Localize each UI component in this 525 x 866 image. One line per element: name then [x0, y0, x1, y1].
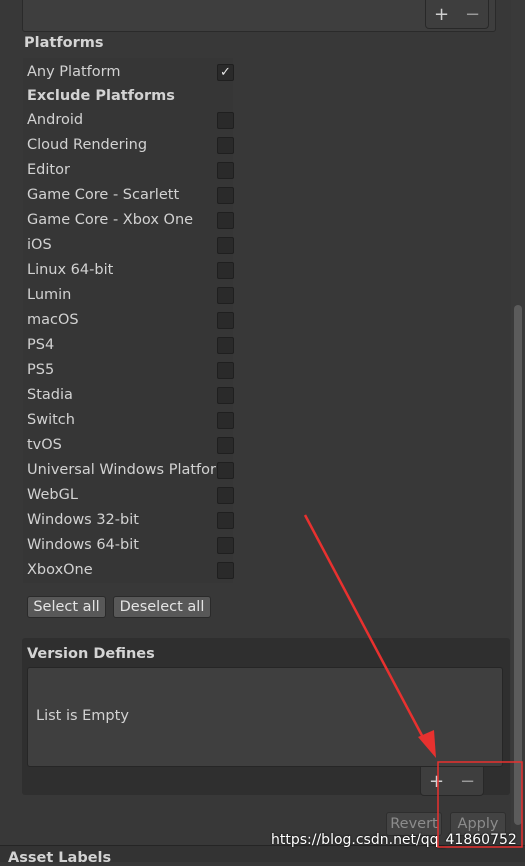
top-add-button[interactable]: +	[426, 0, 457, 28]
platform-row[interactable]: Game Core - Scarlett	[27, 185, 239, 207]
platform-label: Linux 64-bit	[27, 262, 114, 278]
platform-row[interactable]: Linux 64-bit	[27, 260, 239, 282]
platform-checkbox[interactable]	[217, 287, 234, 304]
platform-row[interactable]: Windows 64-bit	[27, 535, 239, 557]
platform-checkbox[interactable]	[217, 412, 234, 429]
platform-label: iOS	[27, 237, 52, 253]
platform-row[interactable]: Windows 32-bit	[27, 510, 239, 532]
platform-row[interactable]: PS5	[27, 360, 239, 382]
scrollbar-thumb[interactable]	[514, 305, 522, 825]
platform-label: Windows 64-bit	[27, 537, 139, 553]
platform-checkbox[interactable]	[217, 387, 234, 404]
platform-checkbox[interactable]	[217, 237, 234, 254]
platform-label: macOS	[27, 312, 79, 328]
version-defines-remove-button[interactable]: −	[452, 767, 483, 795]
platform-checkbox[interactable]	[217, 437, 234, 454]
top-remove-button[interactable]: −	[457, 0, 488, 28]
platform-checkbox[interactable]	[217, 362, 234, 379]
platform-label: tvOS	[27, 437, 62, 453]
platform-label: WebGL	[27, 487, 78, 503]
platform-row[interactable]: Android	[27, 110, 239, 132]
platform-row[interactable]: PS4	[27, 335, 239, 357]
watermark-text: https://blog.csdn.net/qq_41860752	[271, 832, 517, 848]
platform-label: Universal Windows Platform	[27, 462, 217, 478]
platform-checkbox[interactable]	[217, 312, 234, 329]
top-list-footer: + −	[425, 0, 489, 29]
platform-label: Editor	[27, 162, 70, 178]
asset-labels-title: Asset Labels	[8, 850, 112, 866]
platform-row[interactable]: Stadia	[27, 385, 239, 407]
platform-row[interactable]: tvOS	[27, 435, 239, 457]
platform-checkbox[interactable]	[217, 162, 234, 179]
platform-row[interactable]: Switch	[27, 410, 239, 432]
platform-checkbox[interactable]	[217, 337, 234, 354]
platform-label: Game Core - Scarlett	[27, 187, 180, 203]
platform-checkbox[interactable]	[217, 462, 234, 479]
platform-row[interactable]: iOS	[27, 235, 239, 257]
platform-checkbox[interactable]	[217, 537, 234, 554]
platform-row[interactable]: XboxOne	[27, 560, 239, 582]
platform-row[interactable]: Editor	[27, 160, 239, 182]
list-empty-text: List is Empty	[36, 708, 129, 724]
platform-label: Stadia	[27, 387, 73, 403]
any-platform-checkbox[interactable]: ✓	[217, 64, 234, 81]
version-defines-title: Version Defines	[27, 646, 155, 662]
platform-checkbox[interactable]	[217, 137, 234, 154]
exclude-platforms-heading: Exclude Platforms	[27, 86, 239, 108]
platform-row[interactable]: WebGL	[27, 485, 239, 507]
platforms-title: Platforms	[24, 35, 104, 51]
platform-row[interactable]: Lumin	[27, 285, 239, 307]
platform-label: PS5	[27, 362, 55, 378]
platform-row[interactable]: Universal Windows Platform	[27, 460, 239, 482]
platform-label: Android	[27, 112, 84, 128]
any-platform-row[interactable]: Any Platform ✓	[27, 62, 239, 84]
platform-row[interactable]: macOS	[27, 310, 239, 332]
any-platform-label: Any Platform	[27, 64, 121, 80]
platform-checkbox[interactable]	[217, 262, 234, 279]
platform-label: Lumin	[27, 287, 72, 303]
vertical-scrollbar[interactable]	[511, 0, 525, 861]
plus-icon: +	[433, 3, 450, 25]
platform-label: Game Core - Xbox One	[27, 212, 194, 228]
minus-icon: −	[459, 770, 476, 792]
plus-icon: +	[428, 770, 445, 792]
version-defines-footer: + −	[420, 767, 484, 796]
platform-label: Windows 32-bit	[27, 512, 139, 528]
platform-checkbox[interactable]	[217, 212, 234, 229]
platform-label: XboxOne	[27, 562, 93, 578]
deselect-all-button[interactable]: Deselect all	[113, 596, 211, 618]
platform-checkbox[interactable]	[217, 487, 234, 504]
minus-icon: −	[464, 3, 481, 25]
exclude-platforms-label: Exclude Platforms	[27, 88, 175, 104]
platform-checkbox[interactable]	[217, 562, 234, 579]
platform-checkbox[interactable]	[217, 112, 234, 129]
platform-checkbox[interactable]	[217, 187, 234, 204]
version-defines-add-button[interactable]: +	[421, 767, 452, 795]
platform-row[interactable]: Game Core - Xbox One	[27, 210, 239, 232]
check-icon: ✓	[220, 65, 231, 80]
select-all-button[interactable]: Select all	[27, 596, 106, 618]
platform-checkbox[interactable]	[217, 512, 234, 529]
platform-row[interactable]: Cloud Rendering	[27, 135, 239, 157]
platform-label: Switch	[27, 412, 75, 428]
platform-label: PS4	[27, 337, 55, 353]
platform-label: Cloud Rendering	[27, 137, 148, 153]
